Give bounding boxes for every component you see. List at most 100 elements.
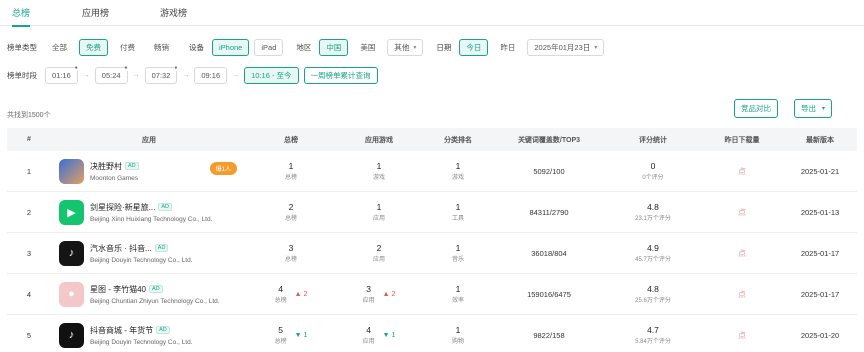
rating-cell: 0 0个评分: [605, 151, 701, 192]
category-rank-cell: 4 应用 ▼ 1: [335, 315, 423, 352]
latest-version: 2025-01-13: [800, 207, 840, 217]
app-cell: ♪ 汽水音乐 · 抖音... AD Beijing Douyin Technolo…: [51, 233, 247, 274]
region-more-select[interactable]: 其他 ▾: [387, 38, 424, 56]
time-slot-2[interactable]: 05:24 ●: [94, 64, 128, 84]
table-row[interactable]: 4 ● 星图 - 李竹猫40 AD Beijing Chuntian Zhiyun…: [7, 274, 857, 315]
app-cell: ♪ 抖音商城 - 年货节 AD Beijing Douyin Technology…: [51, 315, 247, 352]
device-iphone[interactable]: iPhone: [212, 38, 250, 56]
weekly-query-button[interactable]: 一周榜单累计查询: [303, 66, 378, 84]
latest-version: 2025-01-21: [800, 166, 840, 176]
table-row[interactable]: 3 ♪ 汽水音乐 · 抖音... AD Beijing Douyin Techno…: [7, 233, 857, 274]
total-rank-cell: 1 总榜: [247, 151, 335, 192]
compare-button[interactable]: 竞品对比: [734, 99, 778, 118]
rating-cell: 4.9 45.7万个评分: [605, 233, 701, 274]
chart-type-label: 榜单类型: [7, 42, 37, 52]
table-row[interactable]: 2 ▶ 剑星探险·新星旅... AD Beijing Xinn Huixiang …: [7, 192, 857, 233]
tab-games[interactable]: 游戏榜: [160, 6, 187, 19]
total-rank-change: 1: [303, 331, 308, 339]
result-count: 共找到1500个: [7, 112, 51, 119]
category-rank: 1: [376, 161, 382, 171]
tab-apps[interactable]: 应用榜: [82, 6, 109, 19]
rating-score: 4.8: [647, 202, 659, 212]
app-icon[interactable]: ●: [59, 281, 84, 307]
type-all[interactable]: 全部: [45, 39, 74, 56]
total-rank: 3: [288, 243, 294, 253]
rating-cell: 4.8 25.6万个评分: [605, 274, 701, 315]
type-free[interactable]: 免费: [79, 38, 108, 56]
region-china[interactable]: 中国: [319, 38, 349, 56]
rank-up-icon: ▲ 2: [382, 290, 396, 298]
app-icon[interactable]: [59, 158, 84, 184]
table-row[interactable]: 1 决胜野村 AD Moonton Games 爆1人 1 总榜 1 游戏 1 游戏 5…: [7, 151, 857, 192]
app-name[interactable]: 抖音商城 - 年货节: [90, 325, 153, 336]
rank-down-icon: ▼ 1: [294, 331, 308, 339]
download-lock-icon[interactable]: 点: [701, 315, 783, 352]
category-rank: 3: [366, 284, 371, 294]
app-icon[interactable]: ♪: [59, 240, 84, 266]
row-index: 1: [26, 166, 32, 176]
col-subcategory: 分类排名: [444, 136, 472, 144]
date-picker[interactable]: 2025年01月23日 ▾: [527, 38, 605, 56]
date-value: 2025年01月23日: [534, 42, 591, 52]
time-slot-3[interactable]: 07:32 ●: [144, 64, 178, 84]
time-slot-4[interactable]: 09:16: [194, 66, 228, 84]
rating-count: 25.6万个评分: [635, 298, 671, 304]
sub-rank-label: 音乐: [451, 257, 464, 263]
category-rank-cell: 1 游戏: [335, 151, 423, 192]
col-category: 应用游戏: [365, 136, 393, 144]
sub-rank-label: 购物: [451, 339, 464, 345]
rank-tabs: 总榜 应用榜 游戏榜: [0, 0, 864, 27]
device-ipad[interactable]: iPad: [254, 38, 284, 56]
time-slot-current[interactable]: 10:16 - 至今: [244, 66, 299, 84]
time-slot-1[interactable]: 01:16 ●: [45, 64, 78, 84]
rating-count: 23.1万个评分: [635, 216, 671, 222]
total-rank-label: 总榜: [274, 339, 287, 345]
download-lock-icon[interactable]: 点: [701, 233, 783, 274]
developer-name: Beijing Douyin Technology Co., Ltd.: [90, 338, 193, 346]
date-today[interactable]: 今日: [459, 38, 489, 56]
category-rank-label: 游戏: [372, 175, 385, 181]
latest-version: 2025-01-17: [800, 289, 840, 299]
sub-rank: 1: [455, 284, 461, 294]
chevron-down-icon: ▾: [822, 106, 826, 112]
sub-rank-cell: 1 工具: [423, 192, 493, 233]
app-name[interactable]: 汽水音乐 · 抖音...: [90, 243, 152, 254]
app-name[interactable]: 剑星探险·新星旅...: [90, 202, 155, 213]
app-cell: ● 星图 - 李竹猫40 AD Beijing Chuntian Zhiyun T…: [51, 274, 247, 315]
region-more-label: 其他: [394, 42, 410, 52]
sub-rank-cell: 1 效率: [423, 274, 493, 315]
ad-tag: AD: [154, 244, 169, 252]
rating-count: 5.84万个评分: [635, 339, 671, 345]
time-slot-text: 01:16: [52, 70, 71, 80]
tab-total[interactable]: 总榜: [12, 6, 31, 27]
col-keywords: 关键词覆盖数/TOP3: [517, 136, 581, 144]
table-header: # 应用 总榜 应用游戏 分类排名 关键词覆盖数/TOP3 评分统计 昨日下载量…: [7, 128, 857, 151]
hot-badge: 爆1人: [209, 162, 237, 175]
date-yesterday[interactable]: 昨日: [493, 39, 522, 56]
table-row[interactable]: 5 ♪ 抖音商城 - 年货节 AD Beijing Douyin Technolo…: [7, 315, 857, 352]
export-button[interactable]: 导出 ▾: [794, 99, 833, 118]
time-slot-text: 05:24: [101, 70, 121, 80]
app-icon[interactable]: ▶: [59, 199, 84, 225]
chevron-down-icon: ▾: [594, 44, 598, 51]
type-grossing[interactable]: 畅销: [147, 39, 176, 56]
download-lock-icon[interactable]: 点: [701, 274, 783, 315]
category-rank-cell: 1 应用: [335, 192, 423, 233]
app-name[interactable]: 决胜野村: [90, 161, 122, 172]
col-rating: 评分统计: [639, 136, 667, 144]
sub-rank: 1: [455, 202, 461, 212]
latest-version: 2025-01-20: [800, 330, 840, 340]
total-rank-cell: 4 总榜 ▲ 2: [247, 274, 335, 315]
region-us[interactable]: 美国: [353, 39, 382, 56]
date-label: 日期: [436, 42, 452, 52]
type-paid[interactable]: 付费: [113, 39, 142, 56]
keyword-coverage: 5092/100: [533, 166, 565, 176]
download-lock-icon[interactable]: 点: [701, 151, 783, 192]
category-rank-label: 应用: [362, 339, 375, 345]
time-slot-text: 07:32: [151, 70, 171, 80]
rating-count: 45.7万个评分: [635, 257, 671, 263]
app-name[interactable]: 星图 - 李竹猫40: [90, 284, 146, 295]
download-lock-icon[interactable]: 点: [701, 192, 783, 233]
app-icon[interactable]: ♪: [59, 322, 84, 348]
sub-rank-cell: 1 音乐: [423, 233, 493, 274]
